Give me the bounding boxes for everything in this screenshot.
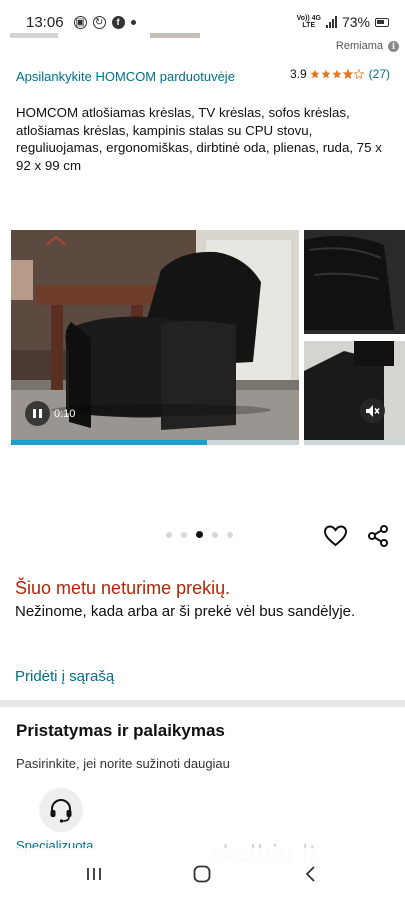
support-button[interactable] xyxy=(39,788,83,832)
video-controls: 0:10 xyxy=(25,401,75,426)
sync-icon: ↻ xyxy=(92,15,106,29)
thumbnail-top xyxy=(304,230,405,334)
rating[interactable]: 3.9 (27) xyxy=(290,67,390,81)
star-full-icon xyxy=(332,69,342,79)
system-nav-bar xyxy=(0,848,405,900)
speaker-muted-icon xyxy=(365,404,380,417)
carousel-dot[interactable] xyxy=(196,531,203,538)
sponsored-text: Remiama xyxy=(335,40,383,52)
carousel-dot[interactable] xyxy=(212,531,218,538)
facebook-icon: f xyxy=(111,15,125,29)
delivery-section-title: Pristatymas ir palaikymas xyxy=(16,721,225,740)
star-empty-icon xyxy=(353,69,364,79)
carousel-dots[interactable] xyxy=(166,531,233,538)
wishlist-button[interactable] xyxy=(323,524,348,548)
status-time: 13:06 xyxy=(26,13,64,31)
sponsored-label[interactable]: Remiama i xyxy=(336,40,399,52)
video-progress-fill xyxy=(11,440,207,445)
signal-icon xyxy=(325,16,337,28)
next-media-preview[interactable] xyxy=(304,230,405,445)
section-divider xyxy=(0,700,405,707)
status-left: 13:06 ▣ ↻ f xyxy=(26,14,136,31)
battery-percent: 73% xyxy=(341,14,370,30)
status-right: Vo)) 4G LTE 73% xyxy=(297,14,389,30)
carousel-dot[interactable] xyxy=(166,531,172,538)
network-indicator: Vo)) 4G LTE xyxy=(296,15,321,29)
delivery-section-subtitle: Pasirinkite, jei norite sužinoti daugiau xyxy=(16,756,230,771)
add-to-list-link[interactable]: Pridėti į sąrašą xyxy=(15,668,114,685)
product-title: HOMCOM atlošiamas krėslas, TV krėslas, s… xyxy=(16,105,382,173)
recent-apps-icon xyxy=(87,868,102,880)
product-video[interactable]: 0:10 xyxy=(11,230,299,445)
star-half-icon xyxy=(342,69,353,79)
share-icon xyxy=(368,525,388,547)
home-button[interactable] xyxy=(182,859,222,889)
pause-button[interactable] xyxy=(25,401,50,426)
previous-content-strip xyxy=(0,33,405,39)
store-link[interactable]: Apsilankykite HOMCOM parduotuvėje xyxy=(16,68,266,85)
back-button[interactable] xyxy=(291,859,331,889)
unavailable-headline: Šiuo metu neturime prekių. xyxy=(15,578,231,598)
rating-stars xyxy=(310,69,364,79)
star-full-icon xyxy=(310,69,320,79)
recent-apps-button[interactable] xyxy=(74,859,114,889)
unavailable-description: Nežinome, kada arba ar ši prekė vėl bus … xyxy=(15,603,356,620)
headset-icon xyxy=(50,799,72,823)
mute-button[interactable] xyxy=(360,398,385,423)
side-progress-bar xyxy=(304,440,405,445)
battery-icon xyxy=(375,17,389,27)
carousel-dot[interactable] xyxy=(227,531,233,538)
carousel-dot[interactable] xyxy=(181,531,187,538)
sim-icon: ▣ xyxy=(73,15,87,29)
share-button[interactable] xyxy=(366,524,390,548)
heart-icon xyxy=(323,525,348,547)
back-chevron-icon xyxy=(305,866,315,882)
star-full-icon xyxy=(321,69,331,79)
rating-count[interactable]: (27) xyxy=(369,67,390,81)
notification-dot-icon xyxy=(130,19,136,25)
home-icon xyxy=(194,865,211,883)
thumbnail-bottom xyxy=(304,341,405,445)
rating-value: 3.9 xyxy=(289,67,307,81)
info-icon[interactable]: i xyxy=(388,40,399,52)
video-progress-bar[interactable] xyxy=(11,440,299,445)
video-time: 0:10 xyxy=(54,407,76,420)
